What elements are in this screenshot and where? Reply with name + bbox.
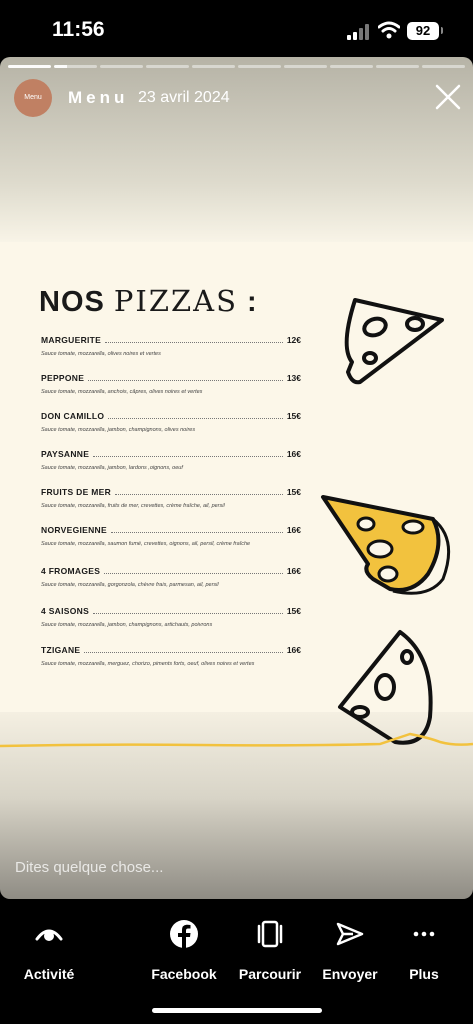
item-description: Sauce tomate, mozzarella, merguez, chori…	[41, 661, 255, 667]
dot-leader	[93, 456, 283, 457]
progress-segment	[192, 65, 235, 68]
close-icon[interactable]	[434, 83, 462, 111]
menu-item: MARGUERITE 12€ Sauce tomate, mozzarella, …	[41, 335, 301, 357]
dot-leader	[93, 613, 283, 614]
more-icon	[413, 931, 435, 937]
dot-leader	[104, 573, 283, 574]
dot-leader	[84, 652, 283, 653]
action-label: Plus	[409, 966, 439, 982]
menu-item: PAYSANNE 16€ Sauce tomate, mozzarella, ja…	[41, 449, 301, 471]
wifi-icon	[378, 21, 400, 39]
facebook-icon	[170, 920, 198, 949]
action-label: Parcourir	[238, 966, 302, 982]
menu-item: FRUITS DE MER 15€ Sauce tomate, mozzarell…	[41, 487, 301, 509]
browse-button[interactable]: Parcourir	[225, 919, 315, 982]
progress-segment	[376, 65, 419, 68]
action-label: Activité	[23, 966, 75, 982]
menu-item: DON CAMILLO 15€ Sauce tomate, mozzarella,…	[41, 411, 301, 433]
item-name: MARGUERITE	[41, 335, 102, 345]
story-title[interactable]: Menu	[68, 88, 128, 108]
activity-eye-icon	[35, 929, 63, 941]
heading-part: :	[237, 286, 258, 318]
cheese-slice-illustration	[321, 495, 451, 595]
progress-segment	[8, 65, 51, 68]
battery-indicator: 92	[407, 22, 439, 40]
item-price: 12€	[286, 335, 301, 345]
item-name: PAYSANNE	[41, 449, 90, 459]
story-avatar[interactable]: Menu	[14, 79, 52, 117]
progress-segment	[284, 65, 327, 68]
progress-segment	[54, 65, 97, 68]
item-name: NORVEGIENNE	[41, 525, 107, 535]
activity-button[interactable]: Activité	[4, 919, 94, 982]
dot-leader	[105, 342, 283, 343]
menu-heading: NOS PIZZAS :	[39, 284, 258, 319]
more-button[interactable]: Plus	[379, 919, 469, 982]
item-price: 16€	[286, 525, 301, 535]
menu-item: 4 FROMAGES 16€ Sauce tomate, mozzarella, …	[41, 566, 301, 588]
item-price: 13€	[286, 373, 301, 383]
item-description: Sauce tomate, mozzarella, jambon, champi…	[41, 427, 196, 433]
heading-part: PIZZAS	[113, 284, 238, 318]
action-bar: Activité Facebook Parcourir Envoyer Plus	[0, 905, 473, 1024]
item-price: 16€	[286, 566, 301, 576]
dot-leader	[88, 380, 283, 381]
reply-input[interactable]: Dites quelque chose...	[15, 859, 163, 876]
item-description: Sauce tomate, mozzarella, gorgonzola, ch…	[41, 582, 219, 588]
item-price: 16€	[286, 449, 301, 459]
pizza-slice-illustration	[344, 298, 444, 385]
heading-part: NOS	[39, 286, 114, 318]
item-description: Sauce tomate, mozzarella, jambon, lardon…	[41, 465, 183, 471]
item-name: 4 FROMAGES	[41, 566, 101, 576]
item-name: PEPPONE	[41, 373, 85, 383]
progress-segment	[422, 65, 465, 68]
menu-item: TZIGANE 16€ Sauce tomate, mozzarella, mer…	[41, 645, 301, 667]
item-description: Sauce tomate, mozzarella, fruits de mer,…	[41, 503, 225, 509]
progress-segment	[330, 65, 373, 68]
item-price: 15€	[286, 411, 301, 421]
story-progress	[8, 65, 465, 68]
item-name: 4 SAISONS	[41, 606, 90, 616]
menu-item: NORVEGIENNE 16€ Sauce tomate, mozzarella,…	[41, 525, 301, 547]
menu-item: 4 SAISONS 15€ Sauce tomate, mozzarella, j…	[41, 606, 301, 628]
signal-icon	[347, 24, 369, 40]
send-icon	[336, 922, 364, 946]
item-description: Sauce tomate, mozzarella, jambon, champi…	[41, 622, 213, 628]
item-name: TZIGANE	[41, 645, 81, 655]
clock: 11:56	[52, 18, 105, 41]
item-description: Sauce tomate, mozzarella, anchois, câpre…	[41, 389, 203, 395]
item-price: 15€	[286, 606, 301, 616]
facebook-button[interactable]: Facebook	[139, 919, 229, 982]
story-date: 23 avril 2024	[138, 89, 230, 106]
item-name: DON CAMILLO	[41, 411, 105, 421]
action-label: Facebook	[151, 966, 217, 982]
item-price: 16€	[286, 645, 301, 655]
item-description: Sauce tomate, mozzarella, olives noires …	[41, 351, 161, 357]
status-bar: 11:56 92	[0, 0, 473, 60]
dot-leader	[110, 532, 283, 533]
item-price: 15€	[286, 487, 301, 497]
item-description: Sauce tomate, mozzarella, saumon fumé, c…	[41, 541, 251, 547]
item-name: FRUITS DE MER	[41, 487, 112, 497]
home-indicator[interactable]	[152, 1008, 322, 1013]
yellow-wave-line	[0, 732, 473, 748]
progress-segment	[146, 65, 189, 68]
browse-icon	[257, 920, 283, 948]
progress-segment	[238, 65, 281, 68]
story-viewer[interactable]: Menu Menu 23 avril 2024 NOS PIZZAS : MAR…	[0, 57, 473, 899]
dot-leader	[115, 494, 283, 495]
dot-leader	[108, 418, 283, 419]
progress-segment	[100, 65, 143, 68]
battery-tip	[441, 27, 443, 34]
menu-item: PEPPONE 13€ Sauce tomate, mozzarella, anc…	[41, 373, 301, 395]
